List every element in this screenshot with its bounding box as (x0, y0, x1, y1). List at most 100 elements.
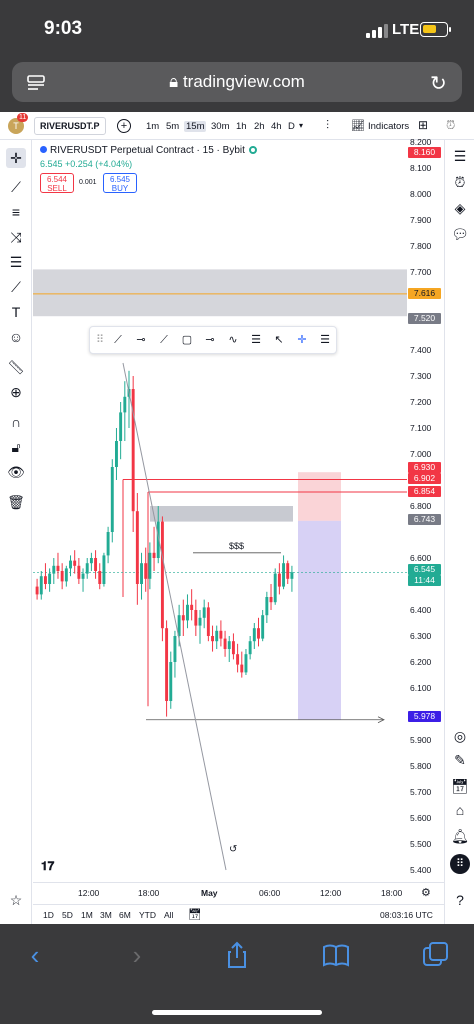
range-5d[interactable]: 5D (62, 910, 73, 920)
lock-drawings-icon[interactable]: 🔓︎ (6, 437, 26, 457)
trash-icon[interactable]: 🗑︎ (6, 492, 26, 512)
candle-body (73, 560, 77, 566)
range-all[interactable]: All (164, 910, 173, 920)
fib-retracement-icon[interactable]: ☰ (6, 252, 26, 272)
timeframe-d[interactable]: D (288, 121, 295, 132)
ruler-icon[interactable]: 📏︎ (6, 357, 26, 377)
pitchfork-icon[interactable]: ⤨ (6, 227, 26, 247)
bar-countdown: 11:44 (408, 575, 441, 586)
forward-chevron-icon[interactable]: › (122, 940, 152, 970)
web-page: T 11 RIVERUSDT.P + 1m 5m 15m 30m 1h 2h 4… (0, 112, 474, 924)
time-axis[interactable]: 12:00 18:00 May 06:00 12:00 18:00 ⚙ (33, 882, 444, 904)
hotlist-icon[interactable]: ✎ (450, 750, 470, 770)
emoji-icon[interactable]: ☺ (6, 327, 26, 347)
reload-icon[interactable]: ↻ (430, 71, 447, 96)
clock: 9:03 (44, 18, 83, 39)
candle-body (244, 654, 248, 673)
help-icon[interactable]: ? (450, 890, 470, 910)
range-ytd[interactable]: YTD (139, 910, 156, 920)
timeframe-5m[interactable]: 5m (166, 121, 179, 132)
path-tool-icon[interactable]: ∿ (225, 332, 241, 348)
sell-button[interactable]: 6.544 SELL (40, 173, 74, 193)
range-1m[interactable]: 1M (81, 910, 93, 920)
address-bar[interactable]: 🔒︎ tradingview.com ↻ (12, 62, 462, 102)
range-1d[interactable]: 1D (43, 910, 54, 920)
price-axis[interactable]: 8.200 8.100 8.000 7.900 7.800 7.700 7.40… (407, 137, 444, 882)
indicators-icon[interactable]: 📈︎ (351, 119, 365, 132)
drawing-toolbar: ✛ ⟋ ≡ ⤨ ☰ ⟋ T ☺ 📏︎ ⊕ ∩ 🔓︎ 👁︎ 🗑︎ ☆ (0, 140, 32, 924)
settings-sliders-icon[interactable]: ☰ (317, 332, 333, 348)
crosshair-icon[interactable]: ✛ (6, 148, 26, 168)
symbol-title: RIVERUSDT Perpetual Contract · 15 · Bybi… (50, 145, 245, 156)
sell-price: 6.544 (46, 175, 68, 184)
visibility-eye-icon[interactable]: 👁︎ (6, 462, 26, 482)
candle-body (89, 558, 93, 564)
layers-icon[interactable]: ◈ (450, 198, 470, 218)
long-position-icon[interactable]: ☰ (248, 332, 264, 348)
url-display[interactable]: 🔒︎ tradingview.com (12, 72, 462, 92)
price-chart[interactable]: $$$ ↺ 𝟏𝟕 (33, 140, 407, 882)
price-label-target: 5.978 (408, 711, 441, 722)
symbol-search[interactable]: RIVERUSDT.P (34, 117, 106, 135)
candle-body (48, 573, 52, 584)
tabs-icon[interactable] (421, 940, 451, 970)
watchlist-icon[interactable]: ☰ (450, 146, 470, 166)
goto-date-calendar-icon[interactable]: 📅︎ (188, 908, 202, 921)
brush-icon[interactable]: ⟋ (6, 277, 26, 297)
ideas-icon[interactable]: ⌂ (450, 800, 470, 820)
range-3m[interactable]: 3M (100, 910, 112, 920)
drag-handle-icon[interactable]: ⠿ (92, 332, 108, 348)
horizontal-line-icon[interactable]: ⊸ (202, 332, 218, 348)
ray-tool-icon[interactable]: ⟋ (156, 332, 172, 348)
price-label-level: 6.854 (408, 486, 441, 497)
timeframe-4h[interactable]: 4h (271, 121, 282, 132)
timeframe-30m[interactable]: 30m (211, 121, 229, 132)
alarm-clock-icon[interactable]: ⏰︎ (450, 172, 470, 192)
candle-body (269, 597, 273, 603)
timeframe-1h[interactable]: 1h (236, 121, 247, 132)
magnet-icon[interactable]: ∩ (6, 412, 26, 432)
share-icon[interactable] (222, 940, 252, 970)
price-tick: 5.800 (410, 761, 432, 771)
candle-body (215, 630, 219, 642)
notifications-bell-icon[interactable]: 🔔︎ (450, 826, 470, 846)
cursor-arrow-icon[interactable]: ↖ (271, 332, 287, 348)
target-icon[interactable]: ◎ (450, 726, 470, 746)
chart-settings-gear-icon[interactable]: ⚙ (421, 886, 431, 899)
timeframe-15m[interactable]: 15m (184, 121, 207, 132)
favorites-star-icon[interactable]: ☆ (6, 890, 26, 910)
utc-clock[interactable]: 08:03:16 UTC (380, 910, 433, 920)
trend-line-icon[interactable]: ⟋ (6, 177, 26, 197)
crosshair-tool-icon[interactable]: ✛ (294, 332, 310, 348)
indicators-button[interactable]: Indicators (368, 121, 409, 132)
chat-icon[interactable]: 💬︎ (450, 224, 470, 244)
trend-line (122, 362, 227, 871)
range-6m[interactable]: 6M (119, 910, 131, 920)
spread-value: 0.001 (79, 179, 97, 186)
parallel-channel-icon[interactable]: ≡ (6, 202, 26, 222)
text-tool-icon[interactable]: T (6, 302, 26, 322)
rectangle-tool-icon[interactable]: ▢ (179, 332, 195, 348)
price-tick: 8.000 (410, 189, 432, 199)
candle-body (227, 641, 231, 649)
candle-body (223, 638, 227, 649)
alert-icon[interactable]: ⏰︎ (446, 118, 455, 133)
calendar-icon[interactable]: 📅︎ (450, 776, 470, 796)
timeframe-1m[interactable]: 1m (146, 121, 159, 132)
price-tick: 7.100 (410, 423, 432, 433)
price-tick: 8.200 (410, 137, 432, 147)
bookmarks-book-icon[interactable] (321, 940, 351, 970)
compare-add-button[interactable]: + (117, 119, 131, 133)
timeframe-2h[interactable]: 2h (254, 121, 265, 132)
layout-grid-icon[interactable]: ⊞ (418, 118, 428, 132)
chart-style-icon[interactable]: ⫶ (326, 118, 329, 133)
line-tool-icon[interactable]: ⟋ (110, 332, 126, 348)
chevron-down-icon[interactable]: ▾ (299, 121, 303, 130)
candle-body (257, 628, 260, 639)
candle-body (240, 664, 244, 673)
buy-button[interactable]: 6.545 BUY (103, 173, 137, 193)
more-apps-icon[interactable]: ⠿ (450, 854, 470, 874)
zoom-in-icon[interactable]: ⊕ (6, 382, 26, 402)
back-chevron-icon[interactable]: ‹ (20, 940, 50, 970)
horizontal-ray-icon[interactable]: ⊸ (133, 332, 149, 348)
